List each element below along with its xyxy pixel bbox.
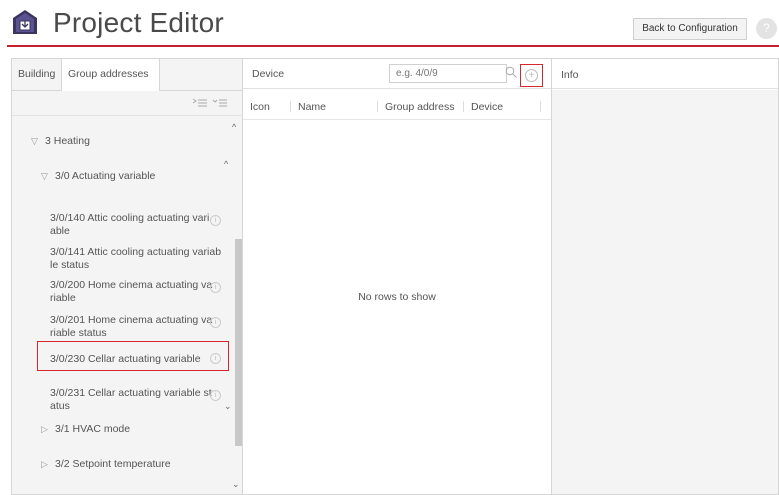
tree-node-label: 3/0 Actuating variable bbox=[55, 170, 156, 182]
tab-building[interactable]: Building bbox=[12, 59, 62, 90]
tree-leaf-label-line: 3/0/201 Home cinema actuating va bbox=[50, 314, 213, 326]
page-title: Project Editor bbox=[53, 7, 224, 38]
tree-leaf-3-0-140[interactable]: 3/0/140 Attic cooling actuating vari abl… bbox=[50, 212, 225, 238]
info-panel-header: Info bbox=[552, 59, 778, 89]
column-header-group-address[interactable]: Group address bbox=[385, 101, 454, 113]
column-divider bbox=[540, 101, 541, 112]
header-accent-line bbox=[7, 45, 779, 47]
tree-leaf-3-0-231[interactable]: 3/0/231 Cellar actuating variable st atu… bbox=[50, 387, 225, 413]
outer-scroll-down-icon[interactable]: ⌄ bbox=[232, 479, 240, 490]
info-icon[interactable]: i bbox=[210, 282, 221, 293]
help-icon[interactable]: ? bbox=[756, 18, 777, 39]
tree-leaf-label-line: able bbox=[50, 225, 70, 237]
collapse-triangle-icon[interactable]: ▽ bbox=[31, 135, 45, 148]
device-panel-header: Device + bbox=[243, 59, 551, 89]
info-icon[interactable]: i bbox=[210, 390, 221, 401]
group-address-tree: ▽ 3 Heating ▽ 3/0 Actuating variable 3/0/1… bbox=[12, 117, 242, 495]
info-icon[interactable]: i bbox=[210, 317, 221, 328]
tree-leaf-label-line: riable bbox=[50, 292, 76, 304]
device-table-header: Icon Name Group address Device bbox=[243, 90, 551, 120]
tree-leaf-label-line: riable status bbox=[50, 327, 107, 339]
tree-node-label: 3/1 HVAC mode bbox=[55, 423, 131, 435]
search-icon[interactable] bbox=[505, 66, 517, 78]
group-address-search-input[interactable] bbox=[389, 64, 507, 83]
inner-scroll-down-icon[interactable]: ⌄ bbox=[224, 401, 232, 412]
expand-triangle-icon[interactable]: ▷ bbox=[41, 458, 55, 471]
add-circle-icon: + bbox=[525, 69, 538, 82]
collapse-triangle-icon[interactable]: ▽ bbox=[41, 170, 55, 183]
tree-node-label: 3/2 Setpoint temperature bbox=[55, 458, 171, 470]
collapse-all-icon[interactable] bbox=[212, 97, 228, 109]
tree-leaf-label-line: 3/0/141 Attic cooling actuating variab bbox=[50, 246, 222, 258]
info-icon[interactable]: i bbox=[210, 215, 221, 226]
back-to-configuration-button[interactable]: Back to Configuration bbox=[633, 18, 747, 40]
info-panel: Info bbox=[551, 58, 779, 495]
tree-leaf-3-0-201[interactable]: 3/0/201 Home cinema actuating va riable … bbox=[50, 314, 225, 340]
column-divider bbox=[463, 101, 464, 112]
group-addresses-panel: Building Group addresses ▽ 3 Heating ▽ 3/0… bbox=[11, 58, 244, 495]
info-panel-body bbox=[552, 90, 778, 494]
tree-leaf-label-line: 3/0/200 Home cinema actuating va bbox=[50, 279, 213, 291]
column-header-name[interactable]: Name bbox=[298, 101, 326, 113]
device-panel: Device + Icon Name Group address Device … bbox=[242, 58, 552, 495]
column-header-device[interactable]: Device bbox=[471, 101, 503, 113]
add-button[interactable]: + bbox=[520, 64, 543, 87]
inner-scroll-up-icon[interactable]: ^ bbox=[224, 159, 228, 169]
tree-node-label: 3 Heating bbox=[45, 135, 90, 147]
outer-scroll-up-icon[interactable]: ^ bbox=[232, 122, 236, 132]
tree-node-3-heating[interactable]: ▽ 3 Heating bbox=[31, 135, 242, 148]
empty-table-message: No rows to show bbox=[358, 291, 436, 303]
tree-leaf-3-0-141[interactable]: 3/0/141 Attic cooling actuating variab l… bbox=[50, 246, 225, 272]
tab-group-addresses[interactable]: Group addresses bbox=[62, 59, 160, 91]
app-logo-icon bbox=[13, 10, 37, 34]
column-divider bbox=[377, 101, 378, 112]
tree-leaf-3-0-200[interactable]: 3/0/200 Home cinema actuating va riable … bbox=[50, 279, 225, 305]
selected-row-highlight bbox=[37, 341, 229, 371]
tree-node-3-1-hvac-mode[interactable]: ▷ 3/1 HVAC mode bbox=[41, 423, 242, 436]
tree-node-3-0-actuating-variable[interactable]: ▽ 3/0 Actuating variable bbox=[41, 170, 242, 183]
info-panel-title: Info bbox=[561, 69, 579, 81]
tree-node-3-2-setpoint-temperature[interactable]: ▷ 3/2 Setpoint temperature bbox=[41, 458, 242, 471]
tree-leaf-label-line: atus bbox=[50, 400, 70, 412]
column-header-icon[interactable]: Icon bbox=[250, 101, 270, 113]
tree-leaf-label-line: 3/0/140 Attic cooling actuating vari bbox=[50, 212, 210, 224]
expand-triangle-icon[interactable]: ▷ bbox=[41, 423, 55, 436]
column-divider bbox=[290, 101, 291, 112]
tab-bar: Building Group addresses bbox=[12, 59, 242, 91]
tree-toolbar bbox=[12, 92, 242, 116]
device-panel-title: Device bbox=[252, 68, 285, 80]
expand-all-icon[interactable] bbox=[192, 97, 208, 109]
tree-leaf-label-line: 3/0/231 Cellar actuating variable st bbox=[50, 387, 212, 399]
app-header: Project Editor Back to Configuration ? bbox=[0, 0, 779, 46]
tree-leaf-label-line: le status bbox=[50, 259, 90, 271]
